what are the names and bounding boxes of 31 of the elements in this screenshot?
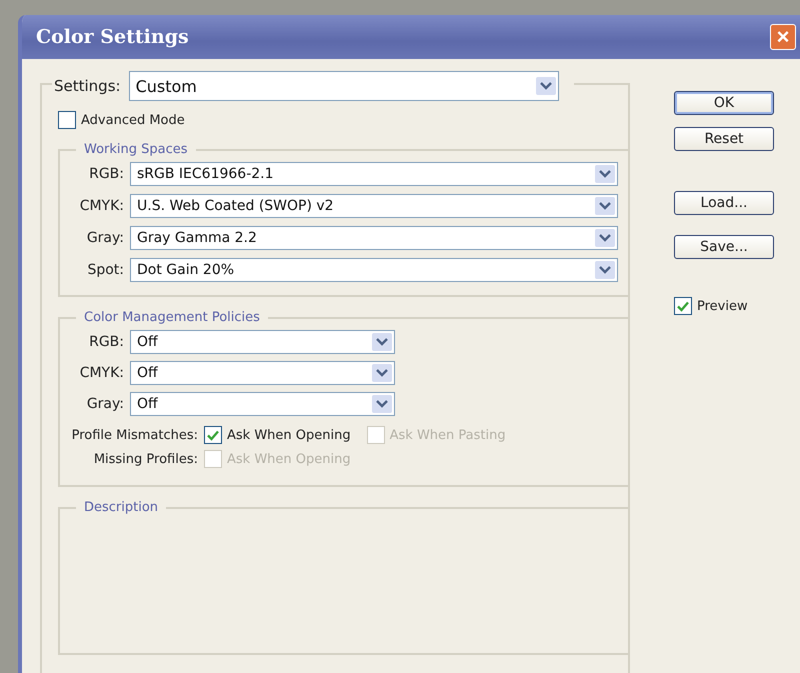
dropdown[interactable]: U.S. Web Coated (SWOP) v2 [130,194,618,218]
checkbox-label: Ask When Pasting [390,428,506,442]
field-label: CMYK: [78,365,125,381]
checkbox-label: Preview [697,298,748,314]
field-label: Spot: [86,262,125,278]
dropdown[interactable]: Off [130,361,395,385]
option-label: Missing Profiles: [92,452,199,466]
dialog-button[interactable]: Load... [674,191,774,215]
checkbox-label: Ask When Opening [227,452,351,466]
group-title: Working Spaces [76,142,196,158]
field-label: RGB: [88,166,125,182]
field-label: CMYK: [78,198,125,214]
settings-dropdown[interactable]: Custom [128,71,559,101]
dropdown[interactable]: sRGB IEC61966-2.1 [130,162,618,186]
checkbox-label: Advanced Mode [81,112,185,128]
dialog-button[interactable]: Reset [674,127,774,151]
checkbox-label: Ask When Opening [227,428,351,442]
dialog-button[interactable]: Save... [674,235,774,259]
dropdown[interactable]: Gray Gamma 2.2 [130,226,618,250]
group-title: Color Management Policies [76,310,268,326]
field-label: Gray: [86,396,125,412]
dropdown[interactable]: Off [130,392,395,416]
field-label: Gray: [86,230,125,246]
dialog-button[interactable]: OK [674,91,774,115]
group-title: Description [76,500,166,516]
option-label: Profile Mismatches: [70,428,199,442]
dropdown[interactable]: Off [130,330,395,354]
field-label: RGB: [88,334,125,350]
window-title: Color Settings [36,26,189,48]
dropdown[interactable]: Dot Gain 20% [130,258,618,282]
settings-label: Settings: [54,77,121,95]
